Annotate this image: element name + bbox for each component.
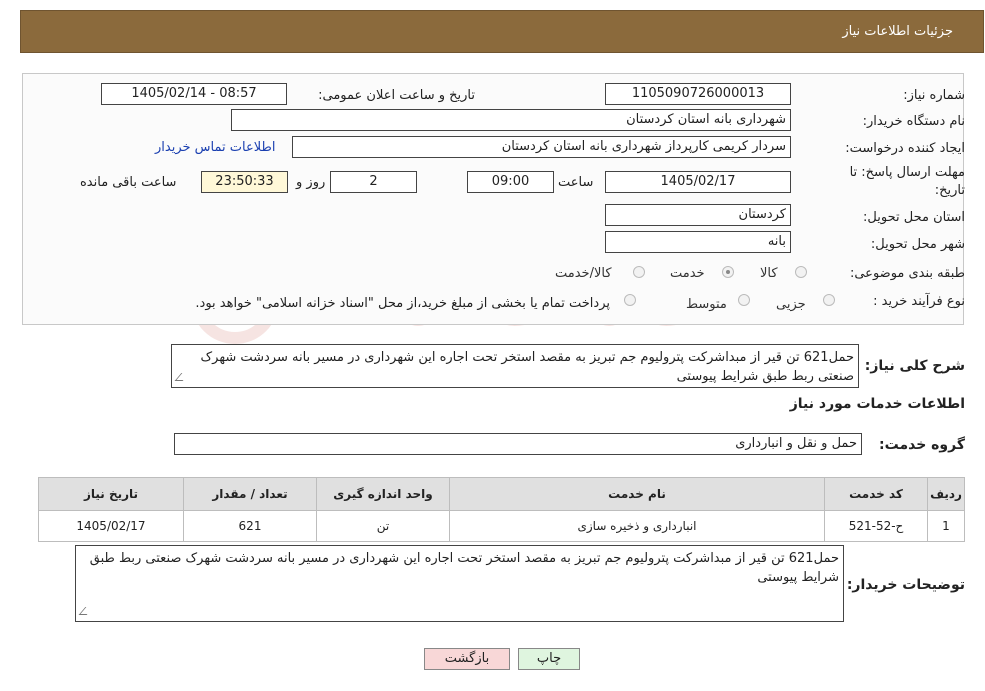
treasury-payment-note: پرداخت تمام یا بخشی از مبلغ خرید،از محل …: [195, 296, 610, 311]
cell-unit: تن: [316, 510, 450, 542]
process-option-minor: جزیی: [776, 297, 806, 312]
buyer-notes-label: توضیحات خریدار:: [846, 577, 965, 593]
cell-quantity: 621: [183, 510, 317, 542]
process-option-medium: متوسط: [686, 297, 727, 312]
deadline-label-2: تاریخ:: [934, 183, 965, 198]
need-number-label: شماره نیاز:: [903, 88, 965, 103]
back-button[interactable]: بازگشت: [424, 648, 510, 670]
creator-label: ایجاد کننده درخواست:: [845, 141, 965, 156]
description-text: حمل621 تن قیر از مبداشرکت پترولیوم جم تب…: [200, 350, 854, 384]
deadline-label: مهلت ارسال پاسخ: تا: [849, 165, 965, 180]
deadline-date-field[interactable]: 1405/02/17: [605, 171, 791, 193]
service-group-label: گروه خدمت:: [879, 437, 965, 453]
city-field[interactable]: بانه: [605, 231, 791, 253]
city-label: شهر محل تحویل:: [870, 237, 965, 252]
need-number-field[interactable]: 1105090726000013: [605, 83, 791, 105]
category-radio-goods-service[interactable]: [633, 266, 645, 278]
table-row[interactable]: 1 ح-52-521 انبارداری و ذخیره سازی تن 621…: [38, 510, 965, 542]
category-option-goods-service: کالا/خدمت: [555, 266, 612, 281]
print-button[interactable]: چاپ: [518, 648, 580, 670]
announce-date-field[interactable]: 1405/02/14 - 08:57: [101, 83, 287, 105]
services-table: ردیف کد خدمت نام خدمت واحد اندازه گیری ت…: [38, 477, 965, 542]
announce-date-label: تاریخ و ساعت اعلان عمومی:: [318, 88, 475, 103]
col-row-number: ردیف: [927, 477, 965, 511]
buyer-notes-textarea[interactable]: حمل621 تن قیر از مبداشرکت پترولیوم جم تب…: [75, 545, 844, 622]
buyer-notes-text: حمل621 تن قیر از مبداشرکت پترولیوم جم تب…: [89, 551, 839, 585]
services-section-title: اطلاعات خدمات مورد نیاز: [789, 396, 965, 412]
remaining-label: ساعت باقی مانده: [80, 175, 177, 190]
resize-handle-icon[interactable]: [174, 373, 190, 381]
resize-handle-icon[interactable]: [78, 607, 94, 615]
col-service-code: کد خدمت: [824, 477, 928, 511]
col-need-date: تاریخ نیاز: [38, 477, 184, 511]
col-unit: واحد اندازه گیری: [316, 477, 450, 511]
buyer-org-field[interactable]: شهرداری بانه استان کردستان: [231, 109, 791, 131]
days-remaining-field[interactable]: 2: [330, 171, 417, 193]
process-radio-medium[interactable]: [738, 294, 750, 306]
category-option-service: خدمت: [670, 266, 705, 281]
days-label: روز و: [296, 175, 326, 190]
remaining-time-field[interactable]: 23:50:33: [201, 171, 288, 193]
cell-row-number: 1: [927, 510, 965, 542]
creator-field[interactable]: سردار کریمی کارپرداز شهرداری بانه استان …: [292, 136, 791, 158]
process-radio-minor[interactable]: [823, 294, 835, 306]
time-label: ساعت: [558, 175, 594, 190]
services-table-header: ردیف کد خدمت نام خدمت واحد اندازه گیری ت…: [38, 477, 965, 511]
treasury-payment-checkbox[interactable]: [624, 294, 636, 306]
description-label: شرح کلی نیاز:: [864, 358, 965, 374]
col-service-name: نام خدمت: [449, 477, 825, 511]
buyer-contact-link[interactable]: اطلاعات تماس خریدار: [155, 140, 275, 155]
category-label: طبقه بندی موضوعی:: [849, 266, 965, 281]
category-option-goods: کالا: [760, 266, 778, 281]
cell-need-date: 1405/02/17: [38, 510, 184, 542]
category-radio-service[interactable]: [722, 266, 734, 278]
cell-service-name: انبارداری و ذخیره سازی: [449, 510, 825, 542]
buyer-org-label: نام دستگاه خریدار:: [862, 114, 965, 129]
province-label: استان محل تحویل:: [863, 210, 965, 225]
page-header: جزئیات اطلاعات نیاز: [20, 10, 984, 53]
deadline-time-field[interactable]: 09:00: [467, 171, 554, 193]
category-radio-goods[interactable]: [795, 266, 807, 278]
page-title: جزئیات اطلاعات نیاز: [842, 24, 953, 39]
process-label: نوع فرآیند خرید :: [873, 294, 965, 309]
cell-service-code: ح-52-521: [824, 510, 928, 542]
province-field[interactable]: کردستان: [605, 204, 791, 226]
service-group-field[interactable]: حمل و نقل و انبارداری: [174, 433, 862, 455]
col-quantity: تعداد / مقدار: [183, 477, 317, 511]
description-textarea[interactable]: حمل621 تن قیر از مبداشرکت پترولیوم جم تب…: [171, 344, 859, 388]
